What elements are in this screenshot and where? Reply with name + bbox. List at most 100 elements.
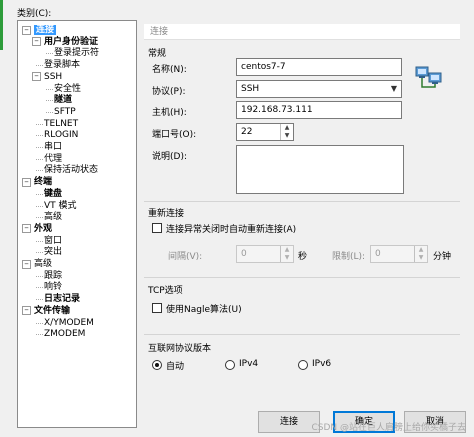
host-input[interactable]: 192.168.73.111 — [236, 101, 402, 119]
chevron-down-icon: ▼ — [390, 84, 397, 93]
ipv6-label: IPv6 — [312, 359, 332, 369]
tree-item[interactable]: − 文件传输 — [22, 305, 70, 317]
tree-connector — [36, 322, 43, 324]
tree-item[interactable]: VT 模式 — [36, 200, 77, 212]
interval-label: 间隔(V): — [168, 252, 203, 262]
tree-item-label: 连接 — [34, 25, 57, 35]
name-input[interactable]: centos7-7 — [236, 58, 402, 76]
tree-item[interactable]: 安全性 — [46, 83, 81, 95]
limit-unit: 分钟 — [433, 252, 452, 262]
tree-connector — [36, 275, 43, 277]
tree-item-label: VT 模式 — [44, 200, 77, 211]
tree-item[interactable]: 隧道 — [46, 94, 72, 106]
tree-connector — [36, 147, 43, 148]
tree-connector — [36, 65, 43, 67]
tree-item[interactable]: − 用户身份验证 — [32, 36, 98, 48]
tree-item-label: 登录提示符 — [54, 48, 100, 59]
tree-item-label: 终端 — [34, 177, 53, 188]
tree-item-label: 登录脚本 — [44, 60, 81, 71]
spin-down-icon[interactable]: ▼ — [415, 254, 427, 262]
section-title-reconnect: 重新连接 — [148, 209, 185, 219]
tree-item-label: 用户身份验证 — [44, 36, 99, 47]
nagle-label: 使用Nagle算法(U) — [166, 305, 242, 315]
tree-item[interactable]: 跟踪 — [36, 270, 62, 282]
ip-auto-radio[interactable] — [152, 360, 162, 370]
tree-item[interactable]: − 连接 — [22, 24, 57, 36]
tree-item[interactable]: 响铃 — [36, 281, 63, 293]
tree-collapse-icon[interactable]: − — [22, 259, 31, 269]
interval-stepper[interactable]: 0 ▲ ▼ — [236, 245, 294, 263]
tree-item[interactable]: − SSH — [32, 71, 62, 83]
tree-item[interactable]: − 终端 — [22, 176, 52, 188]
divider — [144, 277, 460, 278]
divider — [144, 201, 460, 202]
tree-collapse-icon[interactable]: − — [22, 224, 31, 234]
tree-item-label: SSH — [44, 71, 63, 82]
tree-connector — [36, 334, 43, 336]
auto-reconnect-checkbox[interactable] — [152, 223, 162, 233]
spin-up-icon[interactable]: ▲ — [415, 246, 427, 254]
tree-connector — [36, 217, 43, 219]
tree-item[interactable]: 高级 — [36, 211, 63, 223]
ipv4-radio[interactable] — [225, 360, 235, 370]
spin-up-icon[interactable]: ▲ — [281, 246, 293, 254]
tree-connector — [36, 240, 43, 242]
port-spin-buttons[interactable]: ▲ ▼ — [280, 124, 293, 140]
tree-collapse-icon[interactable]: − — [32, 72, 41, 82]
name-label: 名称(N): — [152, 65, 187, 75]
port-stepper[interactable]: 22 ▲ ▼ — [236, 123, 294, 141]
tree-item-label: 高级 — [44, 212, 63, 223]
tree-item-label: 高级 — [34, 259, 53, 269]
tree-item[interactable]: ZMODEM — [36, 328, 86, 340]
protocol-value: SSH — [241, 84, 260, 94]
tree-item[interactable]: X/YMODEM — [36, 317, 94, 329]
section-title-general: 常规 — [148, 49, 167, 59]
tree-connector — [46, 100, 53, 102]
tree-collapse-icon[interactable]: − — [22, 177, 31, 187]
section-title-tcp: TCP选项 — [148, 286, 183, 296]
tree-connector — [36, 205, 43, 207]
ipv6-radio[interactable] — [298, 360, 308, 370]
network-computers-icon — [414, 62, 444, 92]
tree-item[interactable]: 代理 — [36, 153, 63, 165]
tree-collapse-icon[interactable]: − — [22, 25, 31, 35]
tree-item[interactable]: 日志记录 — [36, 293, 80, 305]
tree-item[interactable]: − 外观 — [22, 223, 52, 235]
spin-down-icon[interactable]: ▼ — [281, 132, 293, 140]
tree-collapse-icon[interactable]: − — [32, 37, 41, 47]
tree-item[interactable]: TELNET — [36, 118, 79, 130]
tree-collapse-icon[interactable]: − — [22, 306, 31, 316]
tree-item[interactable]: SFTP — [46, 106, 76, 118]
interval-spin-buttons[interactable]: ▲ ▼ — [280, 246, 293, 262]
tree-item[interactable]: 窗口 — [36, 235, 62, 247]
auto-reconnect-label: 连接异常关闭时自动重新连接(A) — [166, 225, 297, 235]
tree-connector — [46, 111, 53, 113]
tree-connector — [36, 123, 43, 125]
tree-item-label: 键盘 — [44, 188, 63, 199]
tree-item[interactable]: RLOGIN — [36, 129, 79, 141]
tree-item[interactable]: 登录脚本 — [36, 59, 81, 71]
description-textarea[interactable] — [236, 145, 404, 194]
tree-item-label: 保持活动状态 — [44, 165, 99, 176]
tree-item-label: 响铃 — [44, 282, 63, 293]
limit-spin-buttons[interactable]: ▲ ▼ — [414, 246, 427, 262]
category-label: 类别(C): — [17, 9, 52, 19]
tree-connector — [36, 170, 43, 172]
tree-item-label: RLOGIN — [44, 130, 79, 141]
tree-item[interactable]: 串口 — [36, 141, 62, 153]
spin-up-icon[interactable]: ▲ — [281, 124, 293, 132]
protocol-select[interactable]: SSH ▼ — [236, 80, 402, 98]
tree-item[interactable]: 突出 — [36, 246, 62, 258]
tree-item[interactable]: 保持活动状态 — [36, 164, 99, 176]
spin-down-icon[interactable]: ▼ — [281, 254, 293, 262]
tree-item-label: 代理 — [44, 153, 63, 164]
tree-item[interactable]: 键盘 — [36, 188, 63, 200]
limit-stepper[interactable]: 0 ▲ ▼ — [370, 245, 428, 263]
tree-item[interactable]: − 高级 — [22, 258, 52, 270]
tree-connector — [36, 135, 43, 137]
category-tree[interactable]: − 连接 − 用户身份验证 登录提示符 登录脚本 − SSH 安全性 隧道 SFTP TELNET RL… — [17, 20, 137, 428]
tree-item-label: TELNET — [44, 118, 79, 129]
tree-item[interactable]: 登录提示符 — [46, 47, 100, 59]
tree-item-label: ZMODEM — [44, 329, 86, 340]
nagle-checkbox[interactable] — [152, 303, 162, 313]
